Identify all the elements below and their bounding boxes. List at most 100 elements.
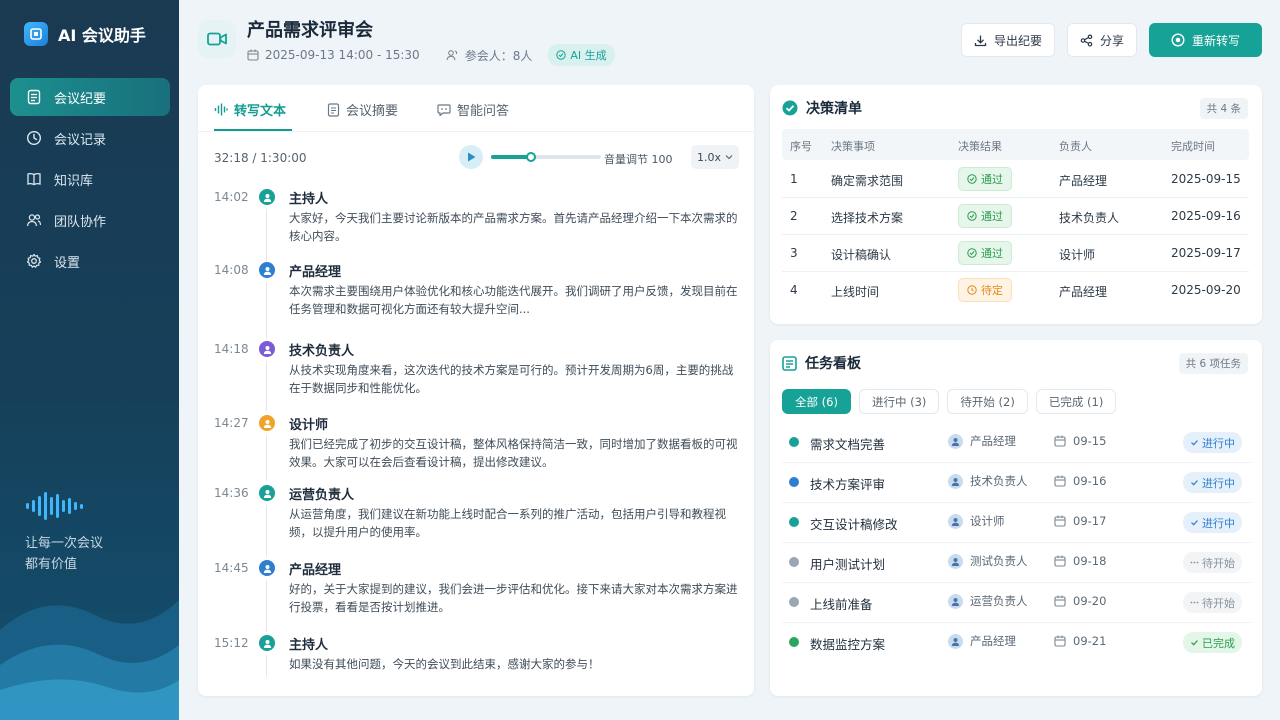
decision-owner: 技术负责人 <box>1059 211 1120 225</box>
speaker-avatar-icon <box>259 485 275 501</box>
status-label: 待开始 <box>1202 596 1235 610</box>
entry-text: 本次需求主要围绕用户体验优化和核心功能迭代展开。我们调研了用户反馈，发现目前在任… <box>289 284 738 316</box>
share-button[interactable]: 分享 <box>1067 23 1137 57</box>
task-row[interactable]: 交互设计稿修改 设计师 09-17 进行中 <box>782 503 1252 543</box>
due-date-value: 09-16 <box>1073 474 1107 488</box>
document-icon <box>27 89 41 105</box>
play-icon <box>467 152 475 162</box>
audio-player: 32:18 / 1:30:00 音量调节 100 1.0x <box>214 145 739 171</box>
task-name: 需求文档完善 <box>810 437 886 452</box>
entry-time: 15:12 <box>214 636 249 650</box>
retranscribe-button[interactable]: 重新转写 <box>1149 23 1262 57</box>
sidebar-item-meeting-minutes[interactable]: 会议纪要 <box>10 78 170 116</box>
task-owner: 设计师 <box>948 513 1005 529</box>
table-row[interactable]: 2 选择技术方案 通过 技术负责人 2025-09-16 <box>782 198 1249 235</box>
playback-progress-track[interactable] <box>491 152 601 162</box>
summary-icon <box>327 102 340 117</box>
sidebar-item-settings[interactable]: 设置 <box>10 242 170 280</box>
waveform-icon <box>214 103 228 116</box>
speed-value: 1.0x <box>696 150 721 164</box>
playback-scrubber-handle[interactable] <box>525 152 536 162</box>
app-name: AI 会议助手 <box>58 26 146 45</box>
download-icon <box>974 35 987 46</box>
check-icon <box>967 174 977 184</box>
owner-name: 产品经理 <box>970 434 1016 448</box>
timeline-line <box>266 435 267 481</box>
decision-item: 选择技术方案 <box>831 211 904 225</box>
sidebar-item-meeting-records[interactable]: 会议记录 <box>10 119 170 157</box>
entry-text: 如果没有其他问题，今天的会议到此结束，感谢大家的参与！ <box>289 657 600 671</box>
volume-control-label[interactable]: 音量调节 100 <box>604 151 682 167</box>
share-icon <box>1080 33 1093 47</box>
decision-list-card: 决策清单 共 4 条 序号 决策事项 决策结果 负责人 完成时间 1 确定需求范… <box>770 85 1262 324</box>
speaker-avatar-icon <box>259 189 275 205</box>
user-avatar-icon <box>948 473 963 489</box>
ai-badge-label: AI 生成 <box>570 49 607 62</box>
decision-item: 设计稿确认 <box>831 248 892 262</box>
task-row[interactable]: 用户测试计划 测试负责人 09-18 待开始 <box>782 543 1252 583</box>
speaker-avatar-icon <box>259 262 275 278</box>
entry-time: 14:08 <box>214 263 249 277</box>
play-button[interactable] <box>459 145 483 169</box>
filter-in-progress[interactable]: 进行中 (3) <box>858 389 940 414</box>
filter-all[interactable]: 全部 (6) <box>782 389 851 414</box>
task-status-dot <box>789 597 799 607</box>
export-minutes-button[interactable]: 导出纪要 <box>961 23 1055 57</box>
transcript-tabs: 转写文本 会议摘要 智能问答 <box>198 85 754 132</box>
entry-text: 大家好，今天我们主要讨论新版本的产品需求方案。首先请产品经理介绍一下本次需求的核… <box>289 211 738 243</box>
task-due-date: 09-20 <box>1054 594 1106 608</box>
task-name: 数据监控方案 <box>810 637 886 652</box>
playback-progress-fill <box>491 155 531 159</box>
tab-transcript[interactable]: 转写文本 <box>214 100 286 119</box>
sidebar-item-team-collab[interactable]: 团队协作 <box>10 201 170 239</box>
task-status-dot <box>789 437 799 447</box>
task-row[interactable]: 技术方案评审 技术负责人 09-16 进行中 <box>782 463 1252 503</box>
sidebar-item-label: 会议纪要 <box>54 91 107 107</box>
speaker-name: 产品经理 <box>289 563 342 578</box>
table-row[interactable]: 4 上线时间 待定 产品经理 2025-09-20 <box>782 272 1249 309</box>
timeline-line <box>266 282 267 339</box>
status-label: 进行中 <box>1202 516 1235 530</box>
due-date-value: 09-21 <box>1073 634 1107 648</box>
tab-smart-qa[interactable]: 智能问答 <box>437 100 509 119</box>
check-icon <box>1191 640 1198 646</box>
check-icon <box>1191 480 1198 486</box>
decision-no: 2 <box>790 209 798 223</box>
task-status-dot <box>789 557 799 567</box>
decision-item: 确定需求范围 <box>831 174 904 188</box>
sidebar-item-label: 设置 <box>54 255 81 271</box>
status-badge: 通过 <box>958 204 1012 228</box>
sidebar-item-knowledge-base[interactable]: 知识库 <box>10 160 170 198</box>
task-owner: 产品经理 <box>948 433 1016 449</box>
filter-not-started[interactable]: 待开始 (2) <box>947 389 1028 414</box>
owner-name: 测试负责人 <box>970 554 1028 568</box>
due-date-value: 09-18 <box>1073 554 1107 568</box>
meeting-datetime: 2025-09-13 14:00 - 15:30 <box>265 48 420 62</box>
table-row[interactable]: 1 确定需求范围 通过 产品经理 2025-09-15 <box>782 161 1249 198</box>
status-label: 进行中 <box>1202 436 1235 450</box>
timeline-line <box>266 655 267 677</box>
entry-text: 我们已经完成了初步的交互设计稿，整体风格保持简洁一致，同时增加了数据看板的可视效… <box>289 437 738 469</box>
check-circle-icon <box>782 100 798 116</box>
app-logo[interactable]: AI 会议助手 <box>24 22 146 46</box>
table-row[interactable]: 3 设计稿确认 通过 设计师 2025-09-17 <box>782 235 1249 272</box>
filter-completed[interactable]: 已完成 (1) <box>1035 389 1117 414</box>
task-name: 技术方案评审 <box>810 477 886 492</box>
speaker-name: 运营负责人 <box>289 488 355 503</box>
timeline-line <box>266 505 267 557</box>
task-row[interactable]: 需求文档完善 产品经理 09-15 进行中 <box>782 423 1252 463</box>
task-row[interactable]: 上线前准备 运营负责人 09-20 待开始 <box>782 583 1252 623</box>
entry-time: 14:27 <box>214 416 249 430</box>
check-icon <box>967 248 977 258</box>
tab-summary[interactable]: 会议摘要 <box>327 100 398 119</box>
ai-generated-badge: AI 生成 <box>548 44 615 66</box>
sidebar-nav: 会议纪要 会议记录 知识库 团队协作 设置 <box>10 78 170 283</box>
calendar-icon <box>1054 635 1066 647</box>
task-row[interactable]: 数据监控方案 产品经理 09-21 已完成 <box>782 623 1252 663</box>
participants-icon <box>446 50 457 61</box>
entry-time: 14:18 <box>214 342 249 356</box>
task-due-date: 09-17 <box>1054 514 1106 528</box>
record-icon <box>1171 33 1185 47</box>
user-avatar-icon <box>948 553 963 569</box>
playback-speed-select[interactable]: 1.0x <box>691 145 739 169</box>
